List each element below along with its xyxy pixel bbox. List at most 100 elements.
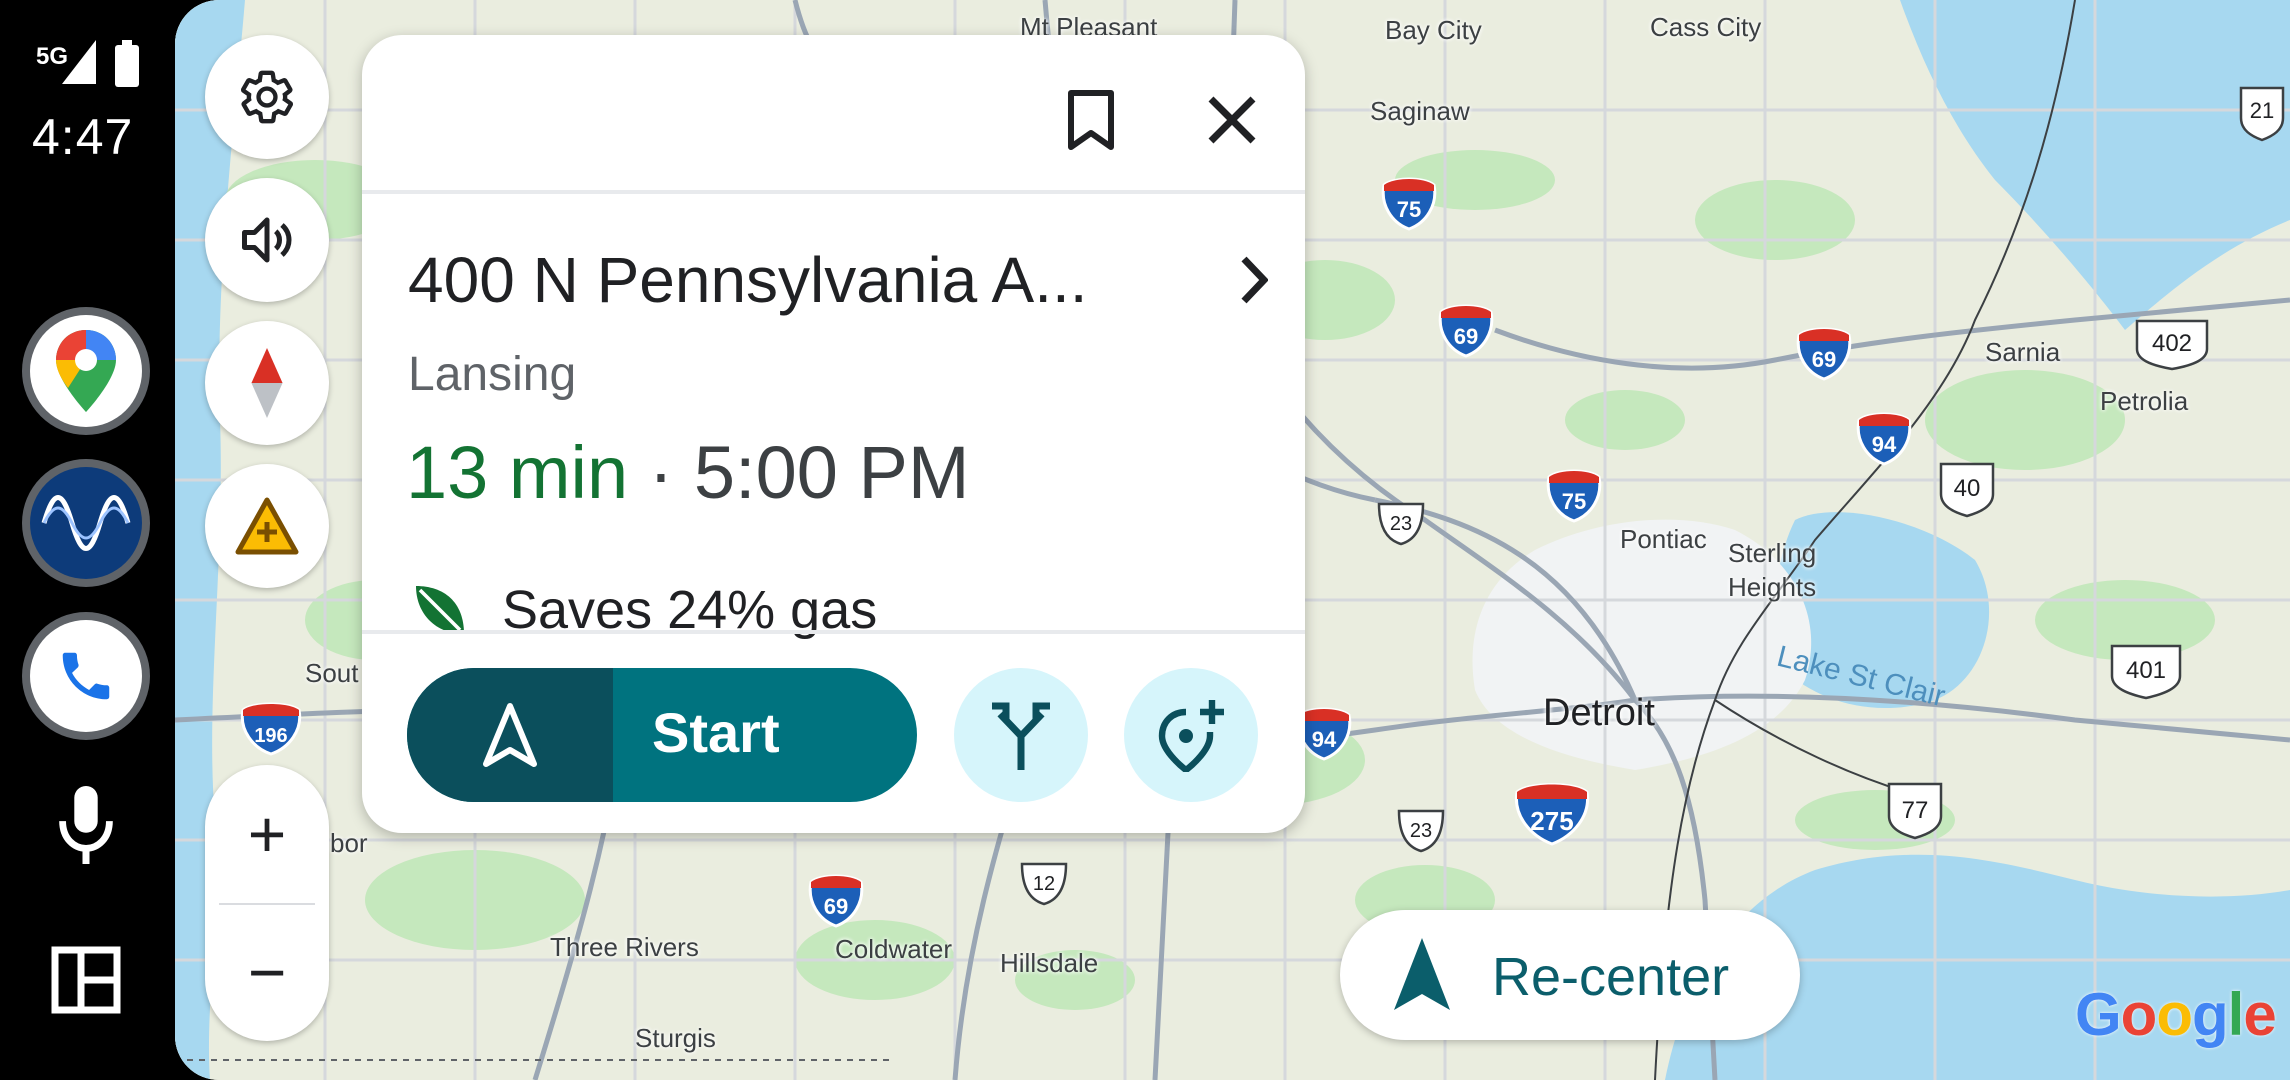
svg-text:69: 69 [1812,347,1836,372]
map-label-sterling: Sterling [1728,538,1817,568]
interstate-69-shield-east: 69 [1796,327,1852,381]
svg-text:401: 401 [2126,657,2166,684]
svg-text:75: 75 [1562,489,1586,514]
map-label-three-rivers: Three Rivers [550,932,699,962]
interstate-69-shield-north: 69 [1438,304,1494,358]
settings-button[interactable] [205,35,329,159]
map-label-cass-city: Cass City [1650,12,1762,42]
report-incident-icon [235,497,299,555]
us-12-shield: 12 [1020,862,1068,906]
battery-icon [115,40,139,87]
maps-app-button[interactable] [22,307,150,435]
zoom-out-button[interactable]: − [205,903,329,1041]
eta-row: 13 min · 5:00 PM [406,430,969,515]
close-icon [1208,96,1256,144]
ontario-40-shield: 40 [1939,462,1995,518]
svg-text:77: 77 [1902,797,1929,824]
map-label-pontiac: Pontiac [1620,524,1707,554]
map-label-saginaw: Saginaw [1370,96,1470,126]
zoom-in-button[interactable]: + [205,765,329,903]
us-23-shield-north: 23 [1377,502,1425,546]
chevron-right-icon [1241,256,1268,304]
map-label-hillsdale: Hillsdale [1000,948,1099,978]
add-stop-icon [1158,700,1224,772]
svg-text:275: 275 [1530,806,1573,836]
routes-button[interactable] [954,668,1088,802]
interstate-75-shield: 75 [1381,177,1437,231]
card-divider-top [362,190,1305,194]
svg-text:69: 69 [1454,324,1478,349]
destination-row[interactable]: 400 N Pennsylvania A... [408,240,1268,320]
map-label-harbor: bor [330,828,368,858]
maps-pin-icon [56,330,116,412]
microphone-icon [59,786,113,864]
save-button[interactable] [1046,75,1136,165]
add-stop-button[interactable] [1124,668,1258,802]
svg-text:94: 94 [1872,432,1897,457]
interstate-94-shield-north: 94 [1856,412,1912,466]
alternate-routes-icon [992,702,1050,770]
destination-address: 400 N Pennsylvania A... [408,244,1088,316]
trip-duration: 13 min [406,431,629,514]
svg-text:75: 75 [1397,197,1421,222]
interstate-196-shield: 196 [240,702,302,756]
bookmark-icon [1068,90,1114,150]
wave-app-button[interactable] [22,459,150,587]
map-label-heights: Heights [1728,572,1817,602]
ontario-401-shield: 401 [2110,644,2182,700]
map-label-sarnia: Sarnia [1985,337,2061,367]
zoom-control: + − [205,765,329,1041]
close-button[interactable] [1187,75,1277,165]
map-label-south-haven: Sout [305,658,359,688]
status-bar: 5G [36,40,146,90]
map-label-bay-city: Bay City [1385,15,1482,45]
arrival-time: 5:00 PM [693,431,970,514]
card-divider-bottom [362,630,1305,634]
svg-text:196: 196 [254,725,287,747]
signal-icon [62,40,96,84]
app-rail: 5G 4:47 [0,0,175,1080]
interstate-69-shield-south: 69 [808,874,864,928]
destination-city: Lansing [408,348,577,401]
recenter-button[interactable]: Re-center [1340,910,1800,1040]
dashboard-grid-icon [51,946,121,1014]
clock: 4:47 [32,109,134,165]
dashboard-button[interactable] [36,930,136,1030]
ontario-21-shield: 21 [2239,86,2285,142]
interstate-75-shield-south: 75 [1546,469,1602,523]
map-label-detroit: Detroit [1543,692,1655,734]
report-incident-button[interactable] [205,464,329,588]
svg-text:69: 69 [824,894,848,919]
microphone-button[interactable] [36,775,136,875]
eta-separator: · [648,431,674,514]
svg-text:402: 402 [2152,330,2192,357]
minus-icon: − [247,935,287,1009]
navigation-arrow-icon [483,703,537,767]
svg-text:23: 23 [1390,513,1412,535]
compass-button[interactable] [205,321,329,445]
start-navigation-button[interactable]: Start [407,668,917,802]
recenter-arrow-icon [1394,938,1450,1010]
sound-button[interactable] [205,178,329,302]
google-logo: Google [2075,981,2277,1048]
speaker-icon [242,217,292,263]
ontario-77-shield: 77 [1887,782,1943,840]
map-label-coldwater: Coldwater [835,934,953,964]
start-label: Start [652,701,780,764]
interstate-275-shield: 275 [1514,783,1590,846]
start-icon-area [407,668,613,802]
eco-row: Saves 24% gas [408,575,877,645]
svg-text:23: 23 [1410,820,1432,842]
us-23-shield-south: 23 [1397,809,1445,853]
svg-text:94: 94 [1312,727,1337,752]
phone-icon [62,652,110,700]
plus-icon: + [247,797,287,871]
svg-text:21: 21 [2250,98,2274,123]
phone-app-button[interactable] [22,612,150,740]
recenter-label: Re-center [1492,947,1730,1007]
ontario-402-shield: 402 [2135,319,2209,371]
map-label-petrolia: Petrolia [2100,386,2189,416]
map-label-sturgis: Sturgis [635,1023,716,1053]
destination-card: 400 N Pennsylvania A... Lansing 13 min ·… [362,35,1305,833]
svg-text:12: 12 [1033,873,1055,895]
